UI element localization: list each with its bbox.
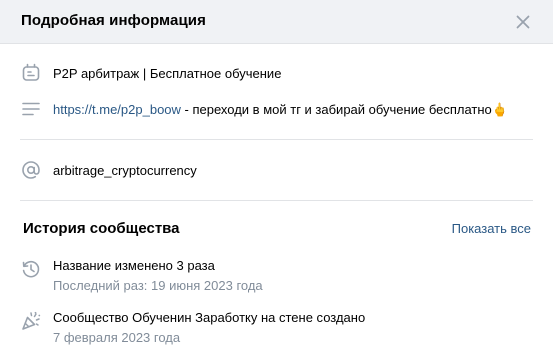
hand-emoji: 🖕 bbox=[491, 102, 508, 117]
party-popper-icon bbox=[22, 311, 41, 330]
history-section-title: История сообщества bbox=[23, 220, 180, 237]
link-text: https://t.me/p2p_boow - переходи в мой т… bbox=[53, 102, 508, 118]
divider bbox=[20, 200, 533, 201]
modal-title: Подробная информация bbox=[21, 12, 206, 29]
divider bbox=[20, 139, 533, 140]
history-item-date: Последний раз: 19 июня 2023 года bbox=[53, 278, 263, 293]
handle-row: arbitrage_cryptocurrency bbox=[0, 158, 553, 182]
community-info-modal: Подробная информация P2P арбитраж | Бесп… bbox=[0, 0, 553, 353]
history-item-title: Название изменено 3 раза bbox=[53, 258, 215, 273]
history-item-title: Сообщество Обученин Заработку на стене с… bbox=[53, 310, 366, 325]
show-all-link[interactable]: Показать все bbox=[452, 221, 531, 236]
close-button[interactable] bbox=[511, 10, 535, 34]
history-item-date: 7 февраля 2023 года bbox=[53, 330, 181, 345]
info-card-icon bbox=[22, 63, 40, 81]
modal-header: Подробная информация bbox=[0, 0, 553, 44]
handle-text: arbitrage_cryptocurrency bbox=[53, 163, 197, 178]
menu-lines-icon bbox=[22, 102, 40, 116]
close-icon bbox=[516, 15, 530, 29]
telegram-link[interactable]: https://t.me/p2p_boow bbox=[53, 102, 181, 117]
description-text: P2P арбитраж | Бесплатное обучение bbox=[53, 66, 282, 81]
at-sign-icon bbox=[22, 161, 40, 179]
description-row: P2P арбитраж | Бесплатное обучение bbox=[0, 61, 553, 85]
history-clock-icon bbox=[22, 260, 40, 278]
link-row: https://t.me/p2p_boow - переходи в мой т… bbox=[0, 97, 553, 121]
history-item: Название изменено 3 раза Последний раз: … bbox=[0, 256, 553, 300]
history-item: Сообщество Обученин Заработку на стене с… bbox=[0, 308, 553, 352]
link-description: - переходи в мой тг и забирай обучение б… bbox=[180, 102, 492, 117]
